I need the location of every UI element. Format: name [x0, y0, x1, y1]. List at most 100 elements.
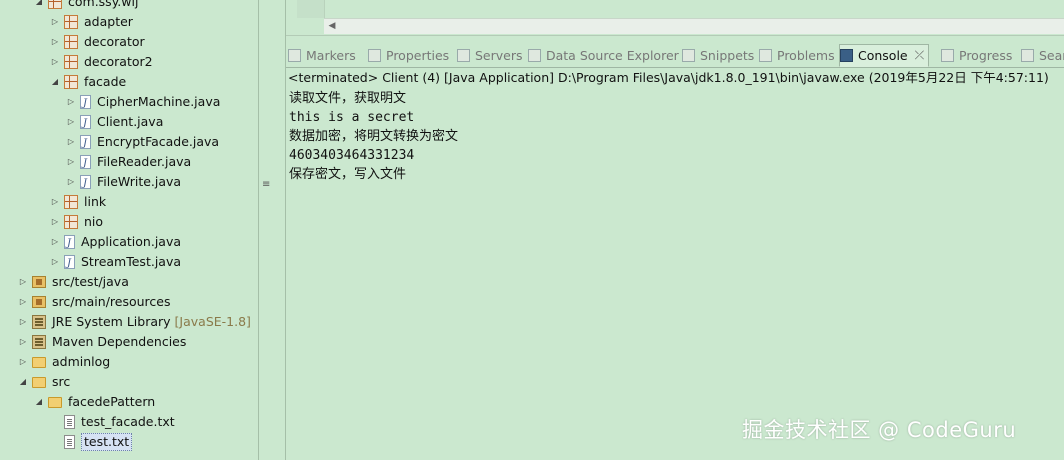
collapse-arrow-icon[interactable]: ▷: [18, 352, 28, 372]
close-icon[interactable]: ⤫: [915, 44, 925, 67]
scroll-left-arrow-icon[interactable]: ◀: [324, 19, 340, 35]
tab-label: Markers: [306, 48, 356, 63]
tree-item-maven-dependencies[interactable]: ▷ Maven Dependencies: [0, 332, 258, 352]
tree-item-package-adapter[interactable]: ▷ adapter: [0, 12, 258, 32]
tab-console[interactable]: Console ⤫: [839, 44, 930, 67]
tree-item-file-ciphermachine[interactable]: ▷ CipherMachine.java: [0, 92, 258, 114]
tree-item-package-nio[interactable]: ▷ nio: [0, 212, 258, 232]
collapse-arrow-icon[interactable]: ▷: [50, 52, 60, 72]
search-icon: [1021, 49, 1034, 62]
java-file-icon: [80, 174, 91, 194]
collapse-arrow-icon[interactable]: ▷: [18, 332, 28, 352]
tab-snippets[interactable]: Snippets: [682, 44, 754, 67]
java-file-icon: [64, 234, 75, 254]
progress-icon: [941, 49, 954, 62]
console-line: 读取文件，获取明文: [289, 91, 407, 106]
tree-item-folder-facedepattern[interactable]: ◢ facedePattern: [0, 392, 258, 412]
console-line: this is a secret: [289, 110, 415, 125]
tab-markers[interactable]: Markers: [288, 44, 356, 67]
tab-label: Properties: [386, 48, 450, 63]
collapse-arrow-icon[interactable]: ▷: [66, 172, 76, 192]
collapse-arrow-icon[interactable]: ▷: [50, 32, 60, 52]
library-icon: [32, 335, 46, 349]
collapse-arrow-icon[interactable]: ▷: [66, 92, 76, 112]
tree-item-file-application[interactable]: ▷ Application.java: [0, 232, 258, 254]
view-sash[interactable]: [258, 0, 286, 460]
library-icon: [32, 315, 46, 329]
sash-grip-icon[interactable]: ≡: [262, 180, 270, 190]
java-file-icon: [80, 94, 91, 114]
package-icon: [64, 75, 78, 89]
tab-servers[interactable]: Servers: [457, 44, 523, 67]
tab-problems[interactable]: Problems: [759, 44, 835, 67]
folder-icon: [32, 356, 46, 368]
tree-item-package-decorator2[interactable]: ▷ decorator2: [0, 52, 258, 72]
servers-icon: [457, 49, 470, 62]
collapse-arrow-icon[interactable]: ▷: [18, 272, 28, 292]
collapse-arrow-icon[interactable]: ▷: [18, 312, 28, 332]
package-icon: [48, 0, 62, 9]
tree-item-package-decorator[interactable]: ▷ decorator: [0, 32, 258, 52]
collapse-arrow-icon[interactable]: ▷: [50, 232, 60, 252]
tree-item-label: adminlog: [52, 354, 111, 369]
tree-item-file-test-facade-txt[interactable]: test_facade.txt: [0, 412, 258, 432]
tree-item-label: test_facade.txt: [81, 414, 175, 429]
tab-progress[interactable]: Progress: [941, 44, 1012, 67]
tree-item-package-com-ssy-wlj[interactable]: ◢ com.ssy.wlj: [0, 0, 258, 12]
tree-item-package-link[interactable]: ▷ link: [0, 192, 258, 212]
package-icon: [64, 215, 78, 229]
expand-arrow-icon[interactable]: ◢: [18, 372, 28, 392]
collapse-arrow-icon[interactable]: ▷: [18, 292, 28, 312]
tree-item-src-main-resources[interactable]: ▷ src/main/resources: [0, 292, 258, 312]
expand-arrow-icon[interactable]: ◢: [50, 72, 60, 92]
tree-item-file-encryptfacade[interactable]: ▷ EncryptFacade.java: [0, 132, 258, 154]
collapse-arrow-icon[interactable]: ▷: [66, 112, 76, 132]
tree-item-label: decorator: [84, 34, 145, 49]
tab-data-source-explorer[interactable]: Data Source Explorer: [528, 44, 679, 67]
java-file-icon: [80, 114, 91, 134]
tree-item-folder-src[interactable]: ◢ src: [0, 372, 258, 392]
package-icon: [64, 55, 78, 69]
tree-item-label: facade: [84, 74, 127, 89]
tree-item-package-facade[interactable]: ◢ facade: [0, 72, 258, 92]
collapse-arrow-icon[interactable]: ▷: [50, 252, 60, 272]
tree-item-jre-system-library[interactable]: ▷ JRE System Library [JavaSE-1.8]: [0, 312, 258, 332]
tree-item-file-streamtest[interactable]: ▷ StreamTest.java: [0, 252, 258, 274]
tree-item-folder-adminlog[interactable]: ▷ adminlog: [0, 352, 258, 372]
tree-item-file-filereader[interactable]: ▷ FileReader.java: [0, 152, 258, 174]
tab-label: Console: [858, 48, 908, 63]
data-source-icon: [528, 49, 541, 62]
tree-item-file-filewrite[interactable]: ▷ FileWrite.java: [0, 172, 258, 194]
console-line: 数据加密，将明文转换为密文: [289, 129, 459, 144]
tree-item-label: Client.java: [97, 114, 164, 129]
tab-label: Progress: [959, 48, 1013, 63]
expand-arrow-icon[interactable]: ◢: [34, 0, 44, 12]
view-tab-bar: Markers Properties Servers Data Source E…: [286, 44, 1064, 68]
tree-item-label: test.txt: [81, 433, 133, 451]
collapse-arrow-icon[interactable]: ▷: [50, 12, 60, 32]
java-file-icon: [80, 154, 91, 174]
tree-item-file-test-txt[interactable]: test.txt: [0, 432, 258, 452]
text-file-icon: [64, 435, 75, 449]
collapse-arrow-icon[interactable]: ▷: [66, 132, 76, 152]
tree-item-label: FileReader.java: [97, 154, 192, 169]
collapse-arrow-icon[interactable]: ▷: [66, 152, 76, 172]
expand-arrow-icon[interactable]: ◢: [34, 392, 44, 412]
console-icon: [840, 49, 853, 62]
console-status-line: <terminated> Client (4) [Java Applicatio…: [288, 70, 1049, 85]
editor-horizontal-scrollbar[interactable]: ◀: [324, 18, 1064, 34]
markers-icon: [288, 49, 301, 62]
source-folder-icon: [32, 276, 46, 288]
tab-properties[interactable]: Properties: [368, 44, 449, 67]
properties-icon: [368, 49, 381, 62]
tree-item-label: StreamTest.java: [81, 254, 182, 269]
collapse-arrow-icon[interactable]: ▷: [50, 192, 60, 212]
tab-search[interactable]: Sear: [1021, 44, 1064, 67]
console-output[interactable]: 读取文件，获取明文 this is a secret 数据加密，将明文转换为密文…: [286, 87, 1064, 460]
console-line: 4603403464331234: [289, 148, 415, 163]
collapse-arrow-icon[interactable]: ▷: [50, 212, 60, 232]
package-icon: [64, 35, 78, 49]
tree-item-src-test-java[interactable]: ▷ src/test/java: [0, 272, 258, 292]
tree-item-file-client[interactable]: ▷ Client.java: [0, 112, 258, 134]
